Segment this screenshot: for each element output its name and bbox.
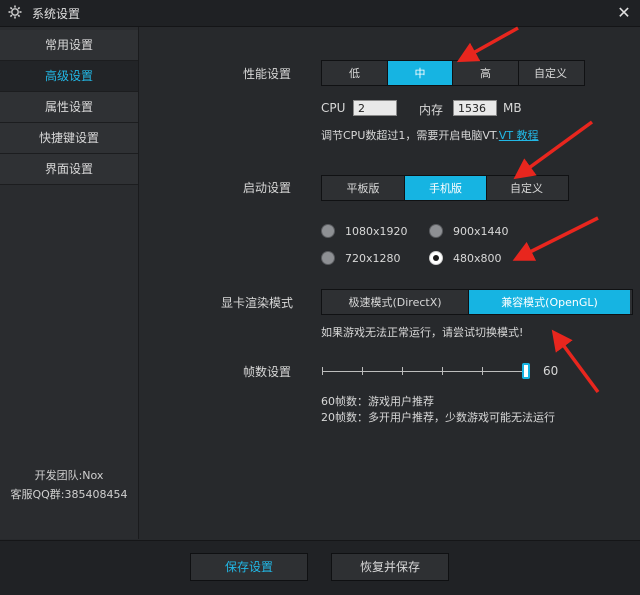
- sidebar: 常用设置 高级设置 属性设置 快捷键设置 界面设置 开发团队:Nox 客服QQ群…: [0, 27, 139, 539]
- cpu-label: CPU: [321, 101, 346, 115]
- perf-custom-button[interactable]: 自定义: [519, 61, 582, 85]
- close-button[interactable]: ✕: [614, 3, 634, 23]
- resolution-480x800[interactable]: 480x800: [429, 251, 502, 265]
- sidebar-item-label: 高级设置: [44, 69, 93, 83]
- sidebar-item-advanced[interactable]: 高级设置: [0, 61, 138, 92]
- close-icon: ✕: [617, 3, 631, 22]
- vt-hint-text: 调节CPU数超过1，需要开启电脑VT.: [321, 129, 499, 142]
- perf-high-button[interactable]: 高: [453, 61, 519, 85]
- startup-label: 启动设置: [243, 181, 292, 195]
- slider-tick: [442, 367, 443, 375]
- radio-unchecked: [321, 251, 335, 265]
- render-mode-label: 显卡渲染模式: [221, 296, 294, 310]
- sidebar-item-label: 快捷键设置: [38, 131, 99, 145]
- perf-medium-button[interactable]: 中: [388, 61, 453, 85]
- startup-selector: 平板版 手机版 自定义: [321, 175, 569, 201]
- sidebar-item-shortcuts[interactable]: 快捷键设置: [0, 123, 138, 154]
- fps-label: 帧数设置: [243, 365, 292, 379]
- memory-label: 内存: [419, 103, 444, 117]
- advanced-settings-panel: 性能设置 低 中 高 自定义 CPU 2 内存 1536 MB 调节CPU数超过…: [139, 27, 640, 539]
- resolution-720x1280[interactable]: 720x1280: [321, 251, 401, 265]
- vt-tutorial-link[interactable]: VT 教程: [499, 129, 539, 142]
- support-qq: 客服QQ群:385408454: [10, 488, 128, 501]
- sidebar-item-interface[interactable]: 界面设置: [0, 154, 138, 185]
- gear-icon: [8, 5, 22, 19]
- performance-selector: 低 中 高 自定义: [321, 60, 585, 86]
- restore-save-button[interactable]: 恢复并保存: [331, 553, 449, 581]
- slider-tick: [482, 367, 483, 375]
- slider-tick: [402, 367, 403, 375]
- resolution-1080x1920[interactable]: 1080x1920: [321, 224, 408, 238]
- sidebar-item-properties[interactable]: 属性设置: [0, 92, 138, 123]
- slider-thumb[interactable]: [522, 363, 530, 379]
- fps-note-60: 60帧数：游戏用户推荐: [321, 395, 434, 408]
- sidebar-item-common[interactable]: 常用设置: [0, 30, 138, 61]
- slider-tick: [362, 367, 363, 375]
- opengl-mode-button[interactable]: 兼容模式(OpenGL): [469, 290, 630, 314]
- window-title: 系统设置: [32, 7, 81, 21]
- save-button[interactable]: 保存设置: [190, 553, 308, 581]
- fps-note-20: 20帧数：多开用户推荐，少数游戏可能无法运行: [321, 411, 555, 424]
- team-credit: 开发团队:Nox: [34, 469, 104, 482]
- title-bar: 系统设置 ✕: [0, 0, 640, 27]
- memory-input[interactable]: 1536: [453, 100, 497, 116]
- custom-resolution-button[interactable]: 自定义: [487, 176, 566, 200]
- bottom-bar: 保存设置 恢复并保存: [0, 540, 640, 595]
- performance-label: 性能设置: [243, 67, 292, 81]
- slider-tick: [322, 367, 323, 375]
- radio-unchecked: [429, 224, 443, 238]
- vt-hint: 调节CPU数超过1，需要开启电脑VT.VT 教程: [321, 127, 539, 143]
- cpu-input[interactable]: 2: [353, 100, 397, 116]
- directx-mode-button[interactable]: 极速模式(DirectX): [322, 290, 469, 314]
- slider-track: [322, 371, 526, 372]
- phone-mode-button[interactable]: 手机版: [405, 176, 487, 200]
- tablet-mode-button[interactable]: 平板版: [322, 176, 405, 200]
- perf-low-button[interactable]: 低: [322, 61, 388, 85]
- memory-unit: MB: [503, 101, 522, 115]
- render-mode-hint: 如果游戏无法正常运行，请尝试切换模式!: [321, 326, 524, 339]
- resolution-900x1440[interactable]: 900x1440: [429, 224, 509, 238]
- sidebar-item-label: 界面设置: [44, 162, 93, 176]
- radio-checked: [429, 251, 443, 265]
- sidebar-item-label: 常用设置: [44, 38, 93, 52]
- render-mode-selector: 极速模式(DirectX) 兼容模式(OpenGL): [321, 289, 633, 315]
- fps-value: 60: [543, 364, 559, 378]
- radio-unchecked: [321, 224, 335, 238]
- sidebar-item-label: 属性设置: [44, 100, 93, 114]
